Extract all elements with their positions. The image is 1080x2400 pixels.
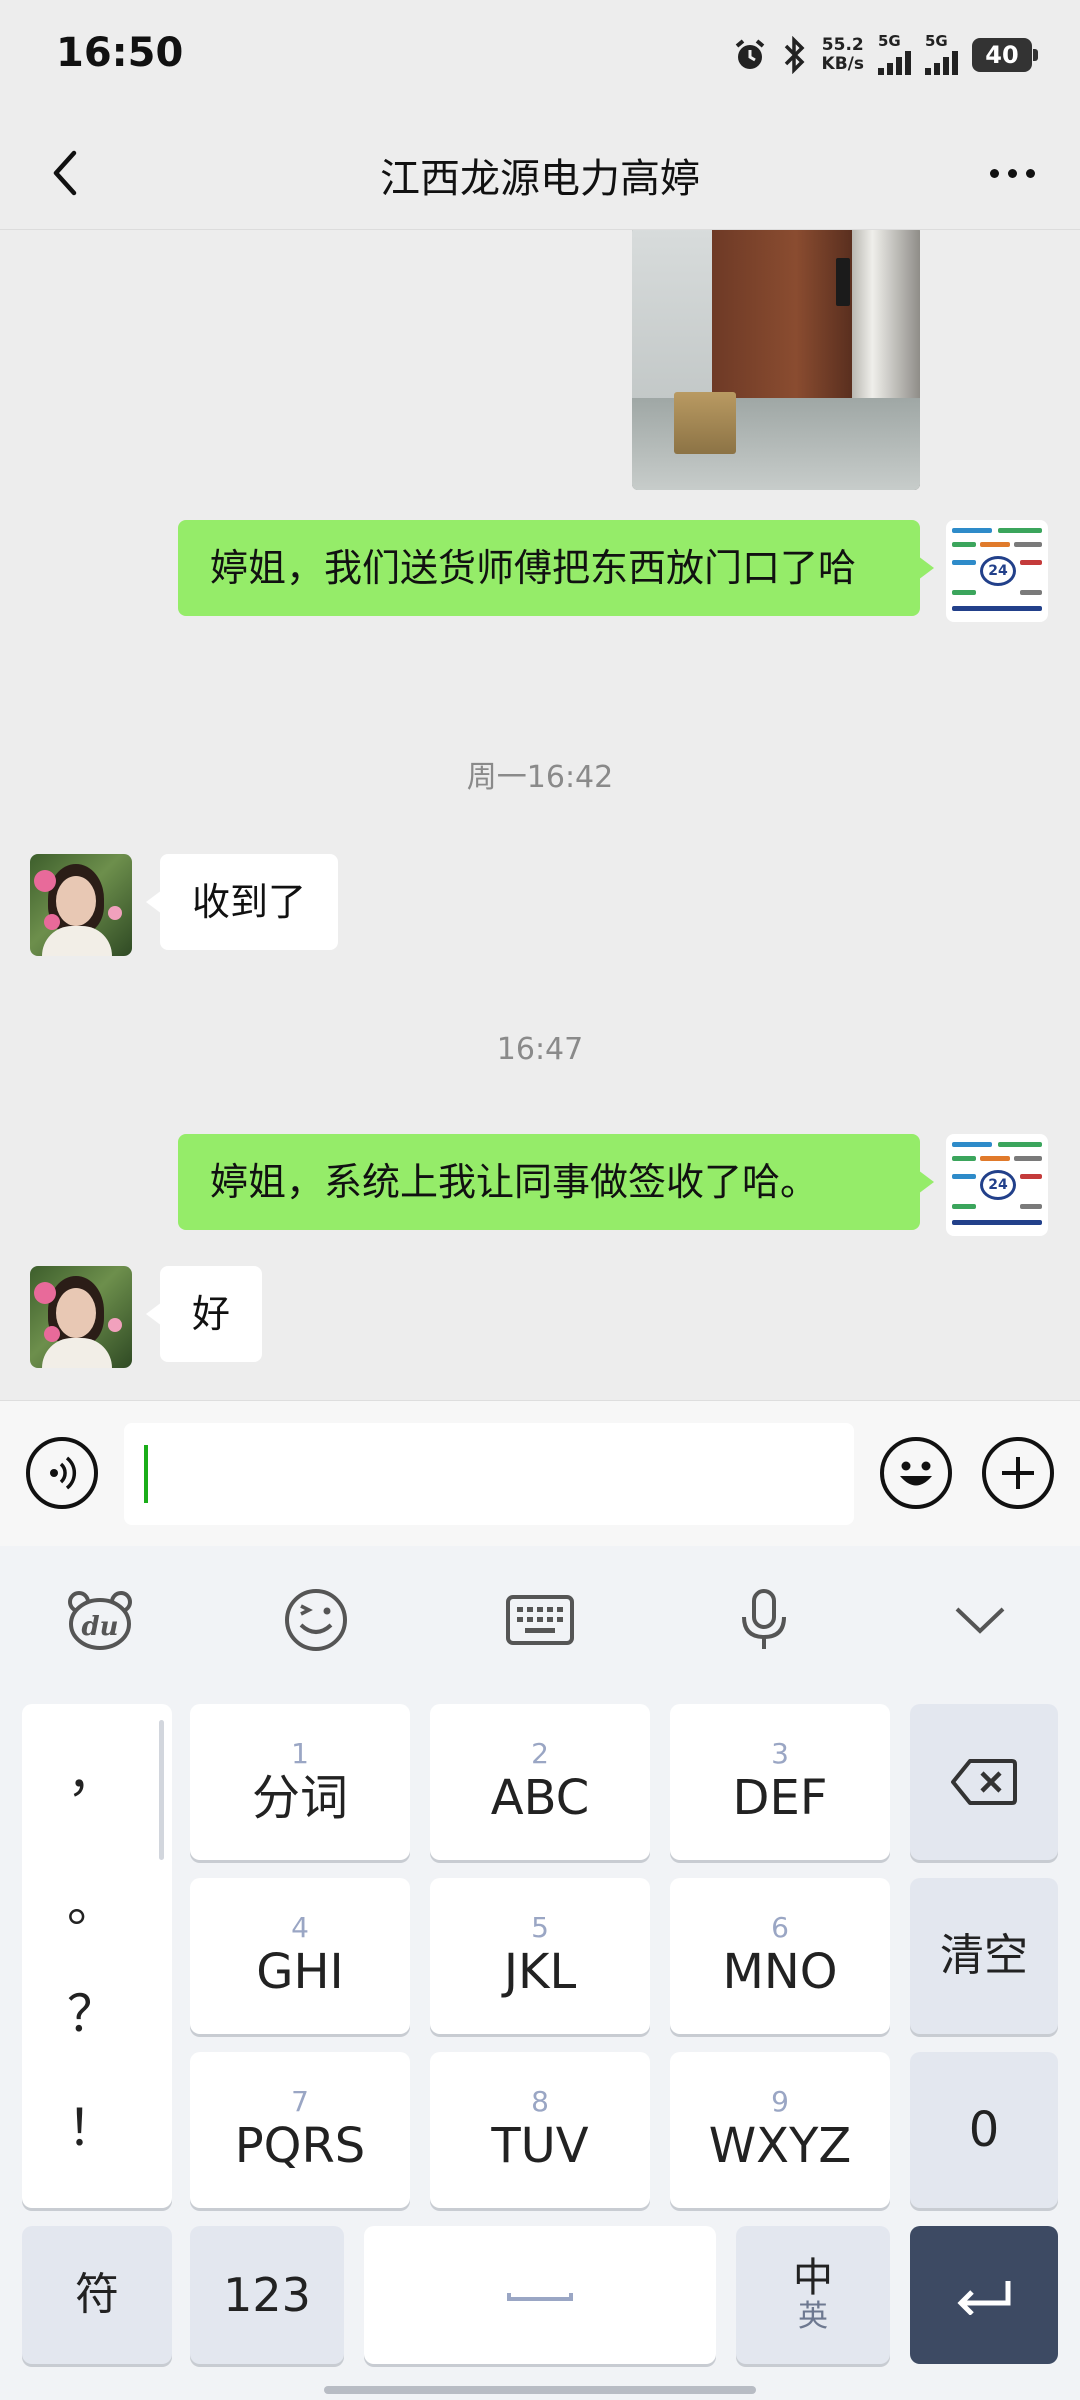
contact-avatar[interactable]	[30, 854, 132, 956]
contact-avatar[interactable]	[30, 1266, 132, 1368]
numeric-key[interactable]: 123	[190, 2226, 344, 2364]
key-0[interactable]: 0	[910, 2052, 1058, 2208]
plus-button[interactable]	[982, 1437, 1054, 1509]
home-indicator[interactable]	[324, 2386, 756, 2394]
input-bar	[0, 1400, 1080, 1546]
punct-exclaim[interactable]: ！	[22, 2088, 162, 2160]
chevron-down-icon	[955, 1607, 1005, 1634]
plus-icon	[1002, 1457, 1034, 1489]
key-5[interactable]: 5 JKL	[430, 1878, 650, 2034]
status-bar: 16:50 55.2 KB/s 5G 5G 40	[0, 0, 1080, 118]
battery-icon: 40	[972, 37, 1038, 72]
keyboard-switch-button[interactable]	[500, 1584, 580, 1656]
punct-comma[interactable]: ，	[22, 1734, 162, 1806]
image-message[interactable]	[632, 230, 920, 490]
signal-sim1-icon: 5G	[878, 34, 911, 75]
voice-button[interactable]	[26, 1437, 98, 1509]
timestamp: 16:47	[496, 1032, 584, 1067]
status-icons: 55.2 KB/s 5G 5G 40	[732, 34, 1038, 75]
du-bear-icon: du	[68, 1591, 132, 1650]
collapse-keyboard-button[interactable]	[940, 1584, 1020, 1656]
message-bubble-in[interactable]: 好	[145, 1266, 263, 1362]
net-speed: 55.2 KB/s	[821, 34, 864, 74]
punct-question[interactable]: ？	[22, 1974, 162, 2046]
punct-scrollbar[interactable]	[159, 1720, 164, 1860]
text-caret	[144, 1445, 148, 1503]
key-8[interactable]: 8 TUV	[430, 2052, 650, 2208]
key-1[interactable]: 1 分词	[190, 1704, 410, 1860]
status-time: 16:50	[56, 30, 184, 76]
space-icon	[507, 2293, 573, 2301]
message-bubble-in[interactable]: 收到了	[145, 854, 339, 950]
space-key[interactable]	[364, 2226, 716, 2364]
voice-icon	[50, 1456, 77, 1490]
baidu-button[interactable]: du	[60, 1584, 140, 1656]
mic-icon	[742, 1589, 786, 1649]
language-toggle-key[interactable]: 中 英	[736, 2226, 890, 2364]
symbol-key[interactable]: 符	[22, 2226, 172, 2364]
timestamp: 周一16:42	[466, 760, 614, 795]
more-button[interactable]	[972, 138, 1052, 208]
message-input[interactable]	[124, 1423, 854, 1525]
key-6[interactable]: 6 MNO	[670, 1878, 890, 2034]
key-4[interactable]: 4 GHI	[190, 1878, 410, 2034]
key-2[interactable]: 2 ABC	[430, 1704, 650, 1860]
svg-text:du: du	[81, 1612, 118, 1642]
my-avatar[interactable]: 24	[946, 520, 1048, 622]
keyboard: ， 。 ？ ！ 1 分词 2 ABC 3 DEF 4 GHI 5 JKL 6 MNO 清空 …	[0, 1688, 1080, 2400]
enter-key[interactable]	[910, 2226, 1058, 2364]
smiley-icon	[285, 1589, 347, 1651]
key-9[interactable]: 9 WXYZ	[670, 2052, 890, 2208]
my-avatar[interactable]: 24	[946, 1134, 1048, 1236]
chat-title: 江西龙源电力高婷	[380, 156, 700, 202]
emoji-button[interactable]	[880, 1437, 952, 1509]
punct-period[interactable]: 。	[22, 1864, 162, 1936]
keyboard-icon	[506, 1595, 574, 1645]
chat-header: 江西龙源电力高婷	[0, 118, 1080, 230]
backspace-key[interactable]	[910, 1704, 1058, 1860]
key-3[interactable]: 3 DEF	[670, 1704, 890, 1860]
mic-button[interactable]	[724, 1584, 804, 1656]
bluetooth-icon	[784, 35, 805, 74]
more-dots-icon	[989, 168, 999, 178]
alarm-icon	[735, 38, 764, 69]
clear-key[interactable]: 清空	[910, 1878, 1058, 2034]
signal-sim2-icon: 5G	[925, 34, 958, 75]
message-bubble-out[interactable]: 婷姐，系统上我让同事做签收了哈。	[178, 1134, 934, 1230]
message-bubble-out[interactable]: 婷姐，我们送货师傅把东西放门口了哈	[178, 520, 934, 616]
kb-emoji-button[interactable]	[276, 1584, 356, 1656]
chat-messages[interactable]: 婷姐，我们送货师傅把东西放门口了哈 24 周一16:42 收到了 16:47 婷…	[0, 230, 1080, 1400]
punctuation-column[interactable]: ， 。 ？ ！	[22, 1704, 172, 2208]
keyboard-toolbar: du	[0, 1546, 1080, 1688]
enter-icon	[957, 2281, 1011, 2315]
key-7[interactable]: 7 PQRS	[190, 2052, 410, 2208]
backspace-icon	[951, 1759, 1017, 1805]
emoji-icon	[900, 1461, 932, 1486]
